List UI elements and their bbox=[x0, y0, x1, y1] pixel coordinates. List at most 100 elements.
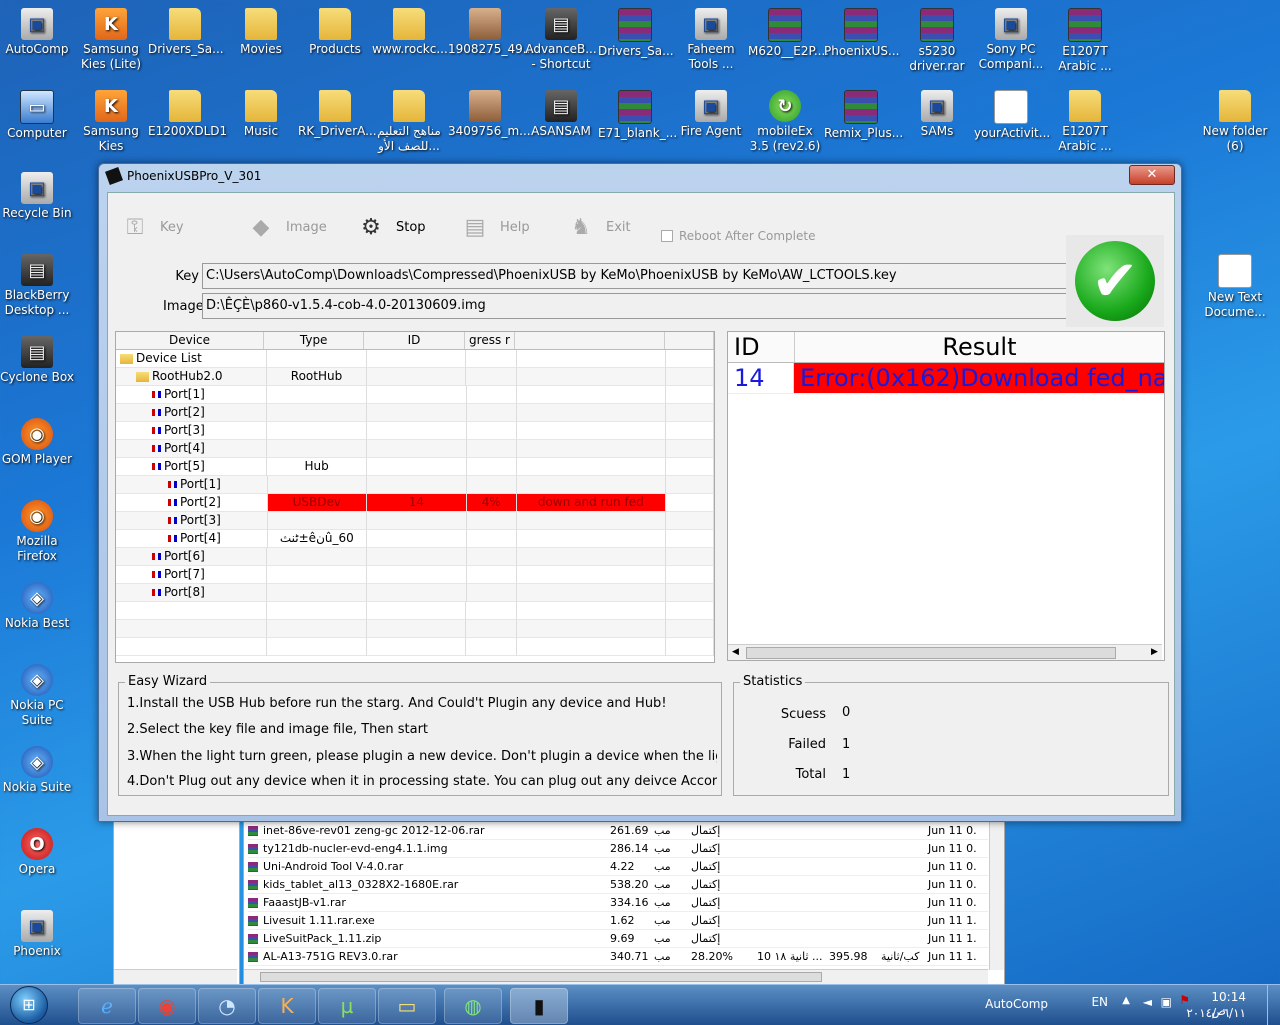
desktop-icon[interactable]: E1200XDLD1 bbox=[148, 90, 227, 139]
taskbar-ie[interactable]: ℯ bbox=[78, 988, 136, 1024]
background-hscroll[interactable] bbox=[114, 969, 237, 984]
desktop-icon[interactable]: Music bbox=[224, 90, 298, 139]
checkbox-box[interactable] bbox=[661, 230, 673, 242]
desktop-icon[interactable]: Products bbox=[298, 8, 372, 57]
speaker-icon[interactable]: ◄ bbox=[1143, 995, 1152, 1009]
taskbar-chrome[interactable]: ◉ bbox=[138, 988, 196, 1024]
download-row[interactable]: ty121db-nucler-evd-eng4.1.1.img 286.14 مب إ… bbox=[248, 840, 988, 858]
result-column-id[interactable]: ID bbox=[728, 332, 795, 362]
column-id[interactable]: ID bbox=[364, 332, 465, 349]
scroll-right-icon[interactable]: ▶ bbox=[1147, 645, 1162, 660]
desktop-icon[interactable]: 1908275_49... bbox=[448, 8, 534, 57]
desktop-icon[interactable]: ▤ Cyclone Box bbox=[0, 336, 74, 385]
download-row[interactable]: LiveSuitPack_1.11.zip 9.69 مب إكتمال Jun 11 … bbox=[248, 930, 988, 948]
image-toolbar-button[interactable]: ◆ Image bbox=[246, 207, 327, 247]
desktop-icon[interactable]: مناهج التعليم للصف الأو... bbox=[372, 90, 446, 154]
desktop-icon[interactable]: ▣ Recycle Bin bbox=[0, 172, 74, 221]
background-hscroll[interactable] bbox=[244, 969, 988, 984]
desktop-icon[interactable]: ↻ mobileEx 3.5 (rev2.6) bbox=[748, 90, 822, 154]
taskbar-kies[interactable]: K bbox=[258, 988, 316, 1024]
clock-date[interactable]: ٢٠١٤/٠٦/١١ bbox=[1186, 1006, 1246, 1020]
device-row[interactable] bbox=[116, 638, 714, 656]
download-row[interactable]: Uni-Android Tool V-4.0.rar 4.22 مب إكتمال Ju… bbox=[248, 858, 988, 876]
desktop-icon[interactable]: ◈ Nokia PC Suite bbox=[0, 664, 74, 728]
image-path-field[interactable]: D:\ÊÇÈ\p860-v1.5.4-cob-4.0-20130609.img bbox=[202, 293, 1067, 319]
desktop-icon[interactable]: ◉ Mozilla Firefox bbox=[0, 500, 74, 564]
device-row[interactable]: Port[8] bbox=[116, 584, 714, 602]
device-row[interactable]: Port[2] USBDev 14 4% down and run fed bbox=[116, 494, 714, 512]
desktop-icon[interactable]: ▤ ASANSAM bbox=[524, 90, 598, 139]
network-icon[interactable]: ▣ bbox=[1161, 995, 1172, 1009]
download-row[interactable]: AL-A13-751G REV3.0.rar 340.71 مب 28.20% 10 ث… bbox=[248, 948, 988, 966]
desktop-icon[interactable]: s5230 driver.rar bbox=[900, 8, 974, 74]
column-device[interactable]: Device bbox=[116, 332, 264, 349]
desktop-icon[interactable]: ▣ AutoComp bbox=[0, 8, 74, 57]
desktop-icon[interactable]: www.rockc... bbox=[372, 8, 448, 57]
desktop-icon[interactable]: ▣ Phoenix bbox=[0, 910, 74, 959]
flag-icon[interactable]: ⚑ bbox=[1179, 993, 1190, 1007]
desktop-icon[interactable]: New Text Docume... bbox=[1198, 254, 1272, 320]
help-toolbar-button[interactable]: ▤ Help bbox=[460, 207, 530, 247]
desktop-icon[interactable]: Drivers_Sa... bbox=[598, 8, 674, 59]
desktop-icon[interactable]: New folder (6) bbox=[1198, 90, 1272, 154]
device-row[interactable] bbox=[116, 620, 714, 638]
desktop-icon[interactable]: Remix_Plus... bbox=[824, 90, 903, 141]
desktop-icon[interactable]: PhoenixUS... bbox=[824, 8, 899, 59]
desktop-icon[interactable]: ▤ AdvanceB... - Shortcut bbox=[524, 8, 598, 72]
device-row[interactable]: Port[3] bbox=[116, 512, 714, 530]
language-indicator[interactable]: EN bbox=[1091, 995, 1108, 1009]
download-row[interactable]: FaaastJB-v1.rar 334.16 مب إكتمال Jun 11 0. bbox=[248, 894, 988, 912]
result-hscroll[interactable]: ◀ ▶ bbox=[728, 644, 1162, 660]
device-row[interactable]: Port[3] bbox=[116, 422, 714, 440]
background-vscroll[interactable] bbox=[989, 816, 1004, 970]
scroll-left-icon[interactable]: ◀ bbox=[728, 645, 743, 660]
download-row[interactable]: kids_tablet_al13_0328X2-1680E.rar 538.20 م… bbox=[248, 876, 988, 894]
device-row[interactable]: RootHub2.0 RootHub bbox=[116, 368, 714, 386]
desktop-icon[interactable]: K Samsung Kies (Lite) bbox=[74, 8, 148, 72]
result-column-result[interactable]: Result bbox=[795, 332, 1164, 362]
show-desktop-button[interactable] bbox=[1267, 985, 1280, 1025]
key-toolbar-button[interactable]: ⚿ Key bbox=[120, 207, 184, 247]
key-path-field[interactable]: C:\Users\AutoComp\Downloads\Compressed\P… bbox=[202, 263, 1067, 289]
desktop-icon[interactable]: Drivers_Sa... bbox=[148, 8, 224, 57]
desktop-icon[interactable]: ▤ BlackBerry Desktop ... bbox=[0, 254, 74, 318]
desktop-icon[interactable]: O Opera bbox=[0, 828, 74, 877]
download-row[interactable]: Livesuit 1.11.rar.exe 1.62 مب إكتمال Jun 11 … bbox=[248, 912, 988, 930]
device-row[interactable]: Port[4] ٹنث±êنû_60 bbox=[116, 530, 714, 548]
device-row[interactable]: Port[7] bbox=[116, 566, 714, 584]
column-progress[interactable]: gress r bbox=[465, 332, 516, 349]
desktop-icon[interactable]: yourActivit... bbox=[974, 90, 1050, 141]
desktop-icon[interactable]: Movies bbox=[224, 8, 298, 57]
desktop-icon[interactable]: ▣ Fire Agent bbox=[674, 90, 748, 139]
taskbar-download-manager[interactable]: ◍ bbox=[444, 988, 502, 1024]
desktop-icon[interactable]: 3409756_m... bbox=[448, 90, 531, 139]
title-bar[interactable]: PhoenixUSBPro_V_301 ✕ bbox=[99, 164, 1181, 188]
desktop-icon[interactable]: ▣ Faheem Tools ... bbox=[674, 8, 748, 72]
device-row[interactable]: Port[4] bbox=[116, 440, 714, 458]
device-row[interactable]: Device List bbox=[116, 350, 714, 368]
close-button[interactable]: ✕ bbox=[1129, 165, 1175, 185]
device-row[interactable] bbox=[116, 602, 714, 620]
column-status[interactable] bbox=[515, 332, 666, 349]
desktop-icon[interactable]: ▣ Sony PC Compani... bbox=[974, 8, 1048, 72]
desktop-icon[interactable]: ▭ Computer bbox=[0, 90, 74, 141]
desktop-icon[interactable]: E71_blank_... bbox=[598, 90, 677, 141]
desktop-icon[interactable]: ◉ GOM Player bbox=[0, 418, 74, 467]
taskbar-utorrent[interactable]: µ bbox=[318, 988, 376, 1024]
start-button[interactable]: ⊞ bbox=[4, 985, 54, 1025]
device-row[interactable]: Port[5] Hub bbox=[116, 458, 714, 476]
device-row[interactable]: Port[1] bbox=[116, 476, 714, 494]
show-hidden-icon[interactable]: ▲ bbox=[1122, 995, 1130, 1006]
desktop-icon[interactable]: K Samsung Kies bbox=[74, 90, 148, 154]
tray-user[interactable]: AutoComp bbox=[985, 997, 1048, 1011]
desktop-icon[interactable]: ▣ SAMs bbox=[900, 90, 974, 139]
desktop-icon[interactable]: RK_DriverA... bbox=[298, 90, 377, 139]
desktop-icon[interactable]: ◈ Nokia Best bbox=[0, 582, 74, 631]
desktop-icon[interactable]: ◈ Nokia Suite bbox=[0, 746, 74, 795]
desktop-icon[interactable]: E1207T Arabic ... bbox=[1048, 90, 1122, 154]
result-row[interactable]: 14 Error:(0x162)Download fed_nand bbox=[728, 363, 1164, 394]
device-row[interactable]: Port[6] bbox=[116, 548, 714, 566]
reboot-after-complete-checkbox[interactable]: Reboot After Complete bbox=[661, 229, 815, 243]
device-row[interactable]: Port[2] bbox=[116, 404, 714, 422]
taskbar-app[interactable]: ◔ bbox=[198, 988, 256, 1024]
